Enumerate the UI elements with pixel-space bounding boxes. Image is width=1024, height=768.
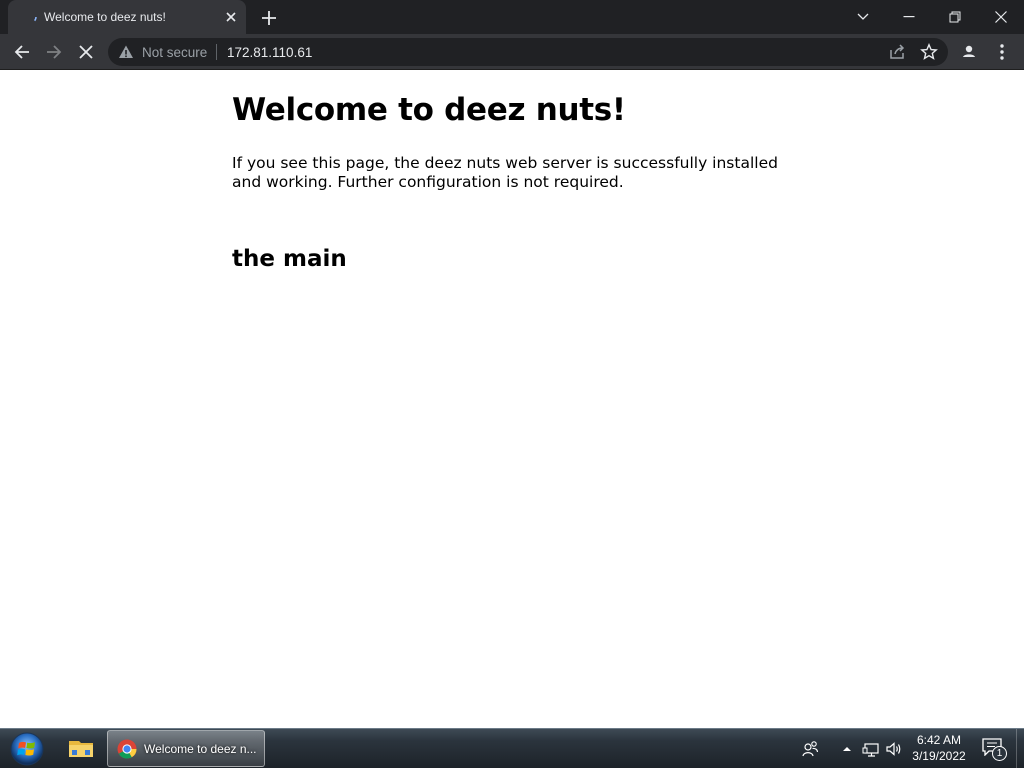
back-button[interactable] (8, 38, 36, 66)
profile-button[interactable] (955, 38, 983, 66)
chrome-icon (117, 739, 137, 759)
volume-icon[interactable] (884, 739, 904, 759)
page-subheading: the main (232, 246, 347, 272)
system-clock[interactable]: 6:42 AM 3/19/2022 (906, 732, 972, 764)
clock-time: 6:42 AM (916, 733, 962, 747)
forward-button[interactable] (40, 38, 68, 66)
minimize-button[interactable] (886, 0, 932, 34)
tab-search-button[interactable] (840, 0, 886, 34)
chrome-menu-button[interactable] (988, 38, 1016, 66)
web-page-content: Welcome to deez nuts! If you see this pa… (0, 70, 1024, 728)
file-explorer-icon[interactable] (60, 731, 102, 767)
arrow-right-icon (47, 45, 62, 59)
taskbar-chrome-window[interactable]: Welcome to deez n... (107, 730, 265, 767)
arrow-left-icon (14, 45, 29, 59)
clock-date: 3/19/2022 (912, 749, 966, 763)
people-icon[interactable] (800, 739, 820, 759)
close-icon (79, 45, 93, 59)
windows-taskbar: Welcome to deez n... 6:42 AM 3/19/2022 1 (0, 728, 1024, 768)
loading-spinner-icon (23, 10, 37, 24)
close-tab-icon[interactable] (224, 10, 238, 24)
share-icon[interactable] (888, 43, 906, 61)
minimize-icon (903, 16, 915, 18)
address-divider (216, 44, 217, 60)
close-icon (995, 11, 1007, 23)
browser-titlebar: Welcome to deez nuts! (0, 0, 1024, 34)
windows-start-icon[interactable] (8, 731, 46, 767)
network-icon[interactable] (861, 739, 881, 759)
chevron-down-icon (857, 13, 869, 20)
action-center-button[interactable]: 1 (982, 738, 1008, 762)
show-desktop-button[interactable] (1016, 729, 1024, 768)
address-bar[interactable]: Not secure 172.81.110.61 (108, 38, 948, 66)
chevron-up-icon[interactable] (837, 739, 857, 759)
browser-tab[interactable]: Welcome to deez nuts! (8, 0, 246, 34)
page-description: If you see this page, the deez nuts web … (232, 154, 778, 191)
tab-title: Welcome to deez nuts! (44, 10, 166, 24)
security-status-label[interactable]: Not secure (142, 45, 207, 60)
new-tab-icon[interactable] (258, 7, 280, 29)
profile-avatar-icon (959, 42, 979, 62)
url-text[interactable]: 172.81.110.61 (227, 45, 312, 60)
stop-loading-button[interactable] (72, 38, 100, 66)
browser-toolbar: Not secure 172.81.110.61 (0, 34, 1024, 70)
restore-icon (949, 11, 961, 23)
page-title: Welcome to deez nuts! (232, 92, 626, 128)
bookmark-star-icon[interactable] (920, 43, 938, 61)
notification-count-badge: 1 (992, 746, 1007, 761)
taskbar-window-label: Welcome to deez n... (144, 742, 257, 756)
close-window-button[interactable] (978, 0, 1024, 34)
warning-icon[interactable] (118, 44, 134, 60)
restore-button[interactable] (932, 0, 978, 34)
more-vert-icon (1000, 44, 1004, 60)
